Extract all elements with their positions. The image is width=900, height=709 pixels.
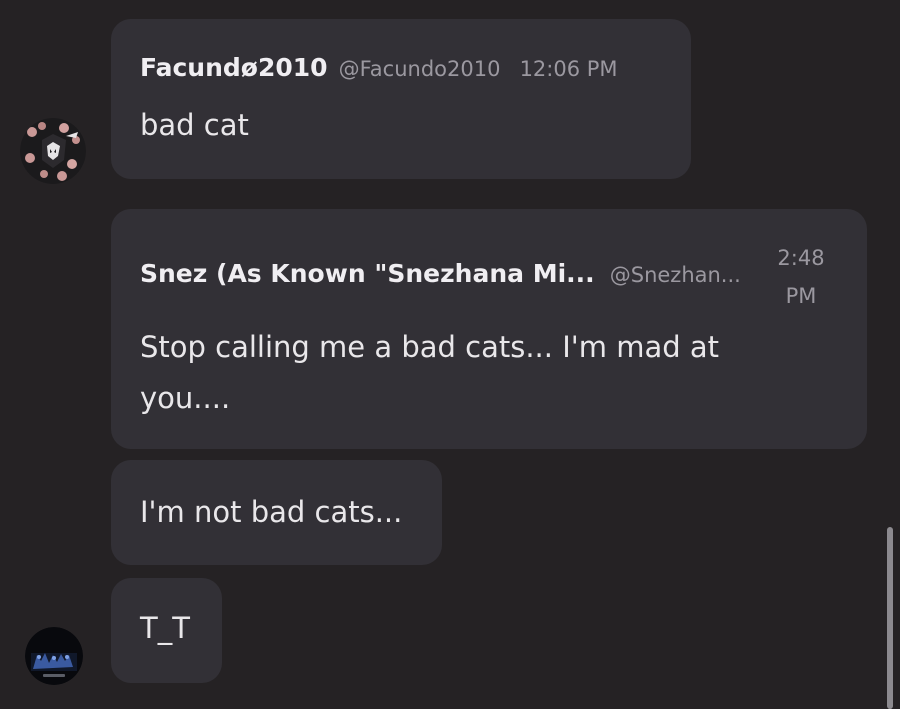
message-bubble[interactable]: Facundø2010 @Facundo2010 12:06 PM bad ca…: [111, 19, 691, 179]
author-name[interactable]: Facundø2010: [140, 53, 328, 82]
scrollbar[interactable]: [887, 527, 893, 709]
message-timestamp: 12:06 PM: [519, 57, 618, 81]
message-text-line: Stop calling me a bad cats... I'm mad at: [140, 330, 719, 364]
user-avatar-icon[interactable]: [20, 118, 86, 184]
timestamp-period: PM: [785, 284, 817, 308]
message-text: Stop calling me a bad cats... I'm mad at…: [140, 325, 719, 420]
avatar-image: [25, 627, 83, 685]
author-name[interactable]: Snez (As Known "Snezhana Mi...: [140, 259, 595, 288]
message-text: bad cat: [140, 108, 249, 142]
message-header: Facundø2010 @Facundo2010 12:06 PM: [140, 53, 618, 82]
author-handle: @Snezhan...: [609, 263, 741, 287]
message-bubble[interactable]: I'm not bad cats...: [111, 460, 442, 565]
message-text-line: you....: [140, 381, 231, 415]
message-header: Snez (As Known "Snezhana Mi... @Snezhan.…: [140, 259, 741, 288]
user-avatar-icon[interactable]: [25, 627, 83, 685]
timestamp-time: 2:48: [777, 246, 825, 270]
message-text: T_T: [140, 611, 190, 645]
message-bubble[interactable]: Snez (As Known "Snezhana Mi... @Snezhan.…: [111, 209, 867, 449]
message-bubble[interactable]: T_T: [111, 578, 222, 683]
message-text: I'm not bad cats...: [140, 495, 403, 529]
avatar-image: [20, 118, 86, 184]
author-handle: @Facundo2010: [338, 57, 501, 81]
chat-view: Facundø2010 @Facundo2010 12:06 PM bad ca…: [0, 0, 900, 709]
message-timestamp: 2:48 PM: [761, 239, 841, 315]
